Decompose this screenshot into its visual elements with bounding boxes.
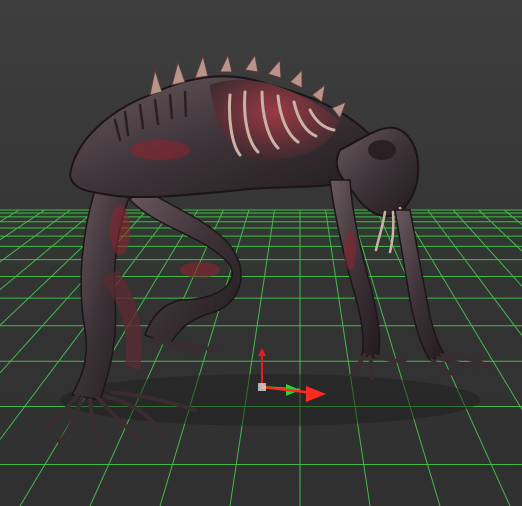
model-shadow [60,374,480,426]
gizmo-center[interactable] [258,383,266,391]
3d-viewport[interactable] [0,0,522,506]
viewport-canvas[interactable] [0,0,522,506]
head-eye-socket [368,140,396,160]
